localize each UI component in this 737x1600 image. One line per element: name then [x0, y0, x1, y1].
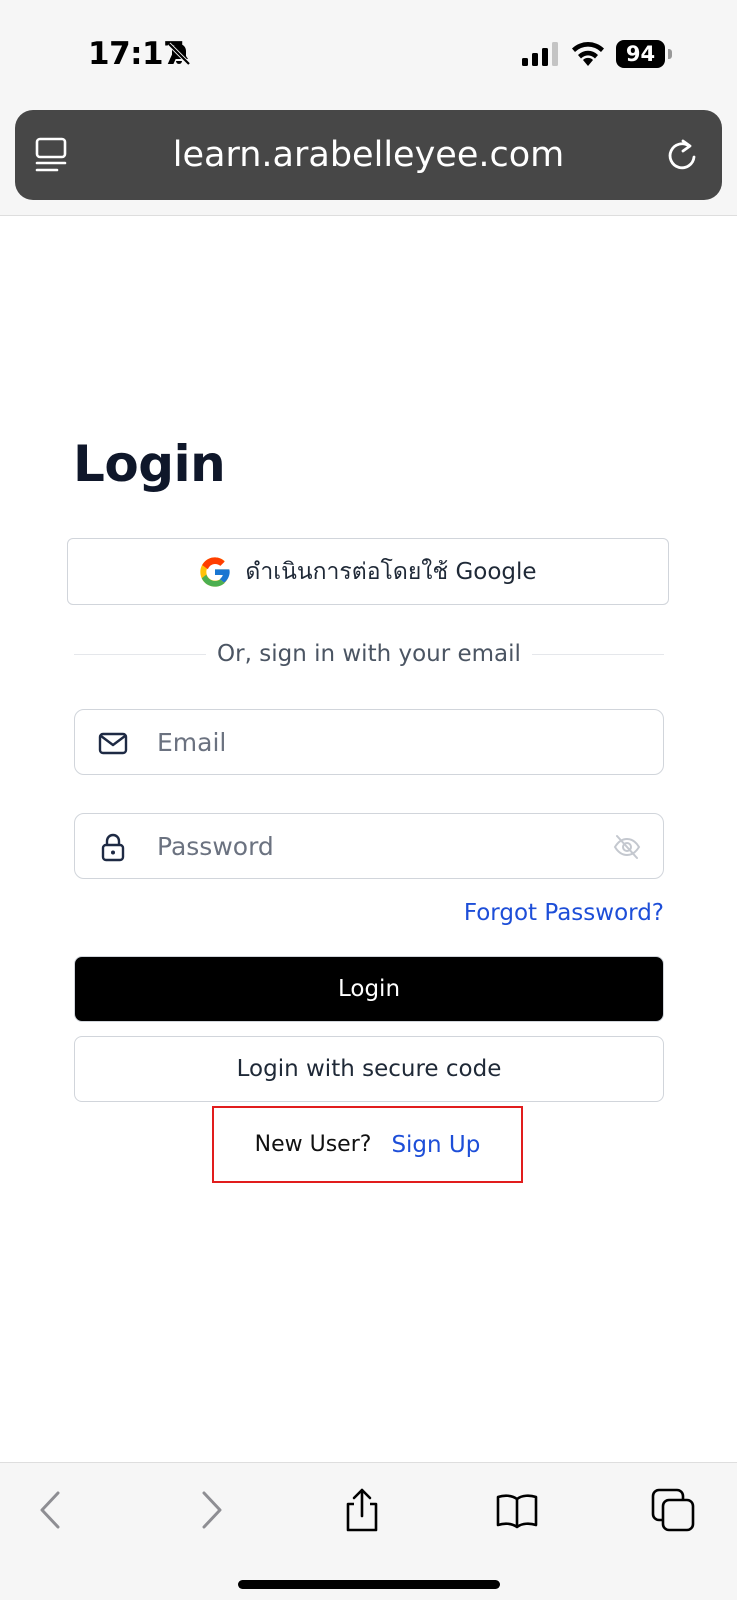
- back-arrow-icon[interactable]: [30, 1487, 76, 1533]
- sign-up-link[interactable]: Sign Up: [391, 1132, 480, 1158]
- envelope-icon: [98, 732, 128, 755]
- tabs-overview-icon[interactable]: [33, 135, 69, 175]
- battery-icon: 94: [616, 40, 672, 68]
- browser-toolbar: [0, 1462, 737, 1600]
- lock-icon: [101, 833, 125, 862]
- google-icon: [200, 556, 231, 587]
- cellular-signal-icon: [522, 42, 558, 66]
- password-input[interactable]: [157, 814, 617, 878]
- sign-up-prompt: New User? Sign Up: [212, 1106, 523, 1183]
- google-sign-in-button[interactable]: ดำเนินการต่อโดยใช้ Google: [67, 538, 669, 605]
- bookmarks-icon[interactable]: [494, 1487, 540, 1533]
- home-indicator: [238, 1580, 500, 1589]
- tabs-icon[interactable]: [650, 1487, 696, 1533]
- email-input[interactable]: [157, 710, 617, 774]
- email-field[interactable]: [74, 709, 664, 775]
- wifi-icon: [572, 42, 604, 66]
- login-with-secure-code-button[interactable]: Login with secure code: [74, 1036, 664, 1102]
- page-title: Login: [73, 435, 226, 493]
- login-button[interactable]: Login: [74, 956, 664, 1022]
- forward-arrow-icon[interactable]: [186, 1487, 232, 1533]
- url-text[interactable]: learn.arabelleyee.com: [85, 110, 652, 200]
- email-divider: Or, sign in with your email: [74, 636, 664, 672]
- battery-level: 94: [625, 42, 656, 66]
- password-field[interactable]: [74, 813, 664, 879]
- share-icon[interactable]: [339, 1487, 385, 1533]
- eye-slash-icon[interactable]: [613, 834, 641, 860]
- bell-slash-icon: [167, 42, 191, 66]
- reload-icon[interactable]: [664, 135, 702, 175]
- forgot-password-link[interactable]: Forgot Password?: [464, 900, 664, 926]
- google-button-label: ดำเนินการต่อโดยใช้ Google: [245, 558, 537, 585]
- address-bar[interactable]: learn.arabelleyee.com: [15, 110, 722, 200]
- browser-chrome: 17:17 94 learn.arabelleyee.com: [0, 0, 737, 216]
- new-user-text: New User?: [254, 1132, 372, 1157]
